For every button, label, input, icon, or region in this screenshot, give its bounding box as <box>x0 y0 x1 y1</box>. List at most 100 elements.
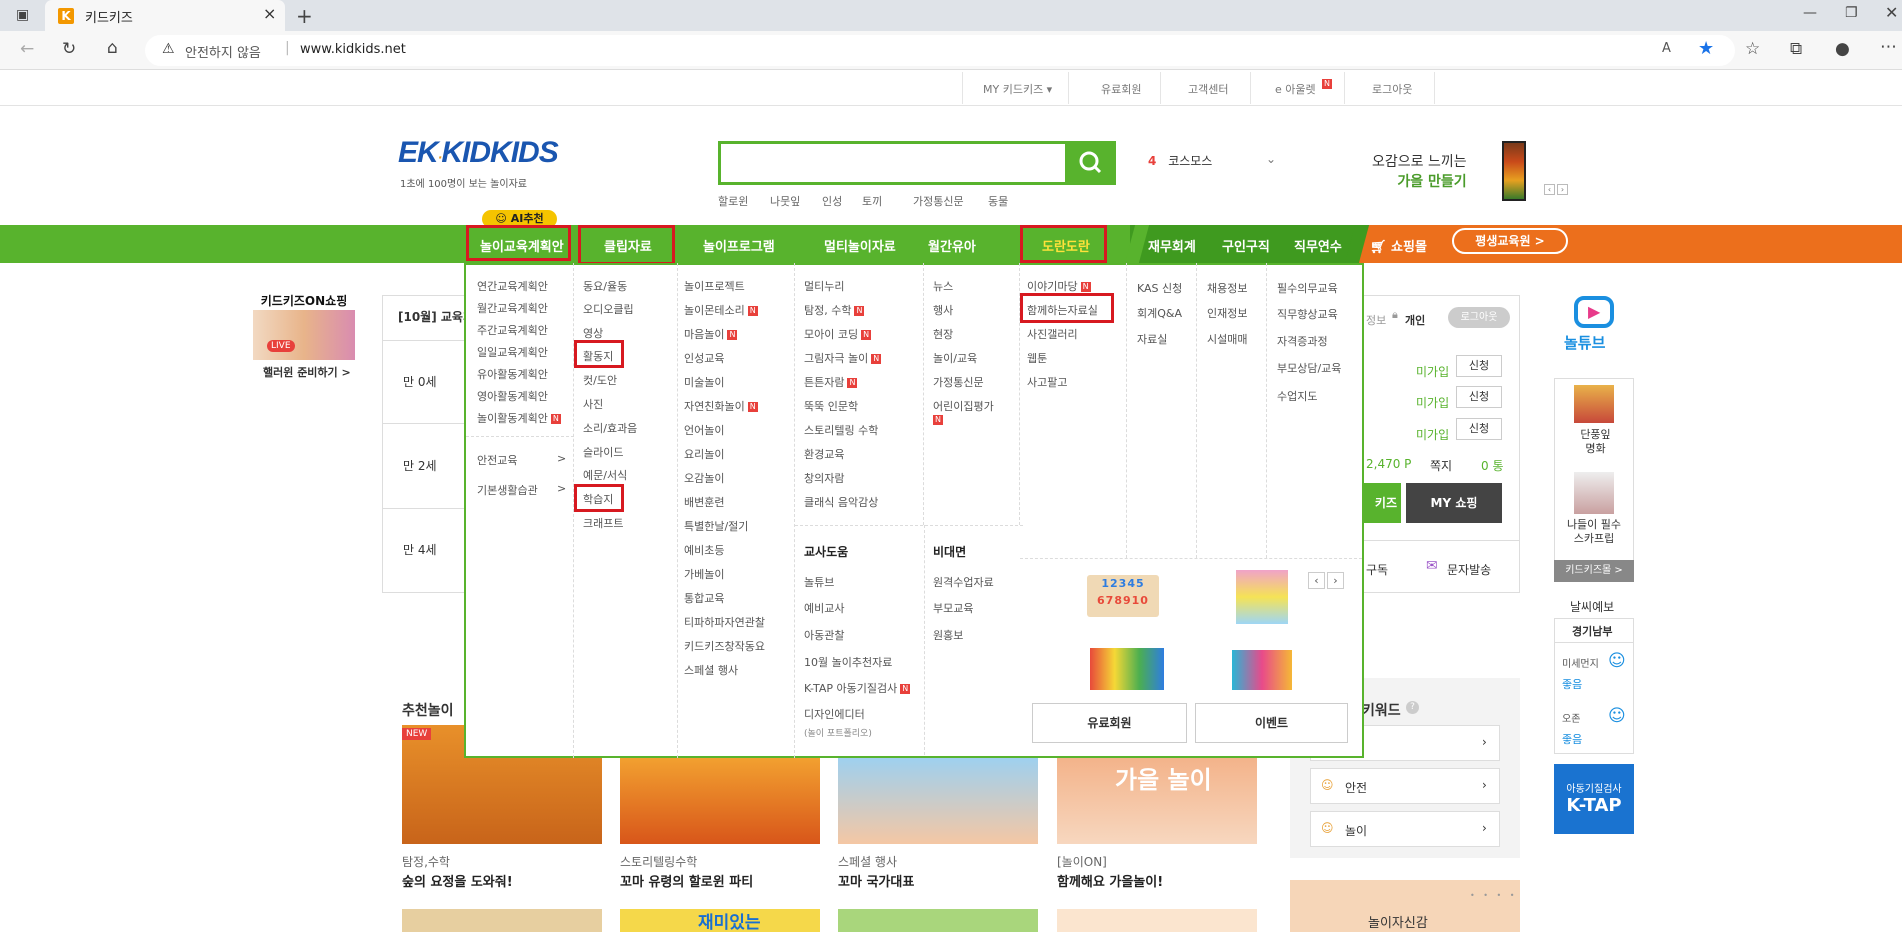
card-image[interactable]: 재미있는 <box>620 909 820 933</box>
menu-item[interactable]: 영아활동계획안 <box>477 388 548 404</box>
refresh-icon[interactable]: ↻ <box>62 41 76 58</box>
banner-label[interactable]: 단풍잎 명화 <box>1578 428 1613 456</box>
menu-item[interactable]: 스토리텔링 수학 <box>804 422 878 438</box>
note-count[interactable]: 0 통 <box>1481 457 1504 474</box>
left-shopping-ad[interactable]: 키드키즈ON쇼핑 LIVE 핼러윈 준비하기 > <box>253 292 355 382</box>
menu-item[interactable]: 튼튼자람 N <box>804 374 858 390</box>
realtime-rank[interactable]: 4 코스모스 ⌄ <box>1148 152 1276 169</box>
promo-image[interactable] <box>1502 141 1526 201</box>
logout-button[interactable]: 로그아웃 <box>1448 307 1510 328</box>
menu-item[interactable]: 채용정보 <box>1207 280 1247 296</box>
menu-item[interactable]: 사진갤러리 <box>1027 326 1078 342</box>
menu-item[interactable]: 아동관찰 <box>804 627 844 643</box>
prev-arrow-icon[interactable]: ‹ <box>1308 572 1325 589</box>
new-tab-icon[interactable]: + <box>296 6 313 26</box>
next-arrow-icon[interactable]: › <box>1557 184 1568 195</box>
home-icon[interactable]: ⌂ <box>107 40 118 57</box>
profile-icon[interactable]: ● <box>1835 41 1850 58</box>
menu-item[interactable]: 행사 <box>933 302 953 318</box>
geo-shapes-image[interactable] <box>1232 650 1292 690</box>
notube-logo[interactable]: ▶ 놀튜브 <box>1560 290 1630 360</box>
nav-shop[interactable]: 🛒︎ 쇼핑몰 <box>1370 236 1427 255</box>
menu-item-safety[interactable]: 안전교육 > <box>477 452 566 468</box>
menu-item[interactable]: 크래프트 <box>583 515 623 531</box>
nav-multi[interactable]: 멀티놀이자료 <box>824 236 896 255</box>
menu-item[interactable]: 직무향상교육 <box>1277 306 1338 322</box>
nav-program[interactable]: 놀이프로그램 <box>703 236 775 255</box>
nav-finance[interactable]: 재무회계 <box>1148 236 1196 255</box>
weather-region[interactable]: 경기남부 <box>1572 623 1612 639</box>
menu-item[interactable]: 클래식 음악감상 <box>804 494 878 510</box>
keyword-link[interactable]: 할로윈 <box>718 193 748 209</box>
help-icon[interactable]: ? <box>1406 701 1419 714</box>
menu-item[interactable]: 소리/효과음 <box>583 420 637 436</box>
menu-item[interactable]: K-TAP 아동기질검사 N <box>804 680 911 696</box>
menu-item[interactable]: 멀티누리 <box>804 278 844 294</box>
card-image[interactable] <box>1057 909 1257 932</box>
card-title[interactable]: 숲의 요정을 도와줘! <box>402 871 513 890</box>
menu-item[interactable]: 스페셜 행사 <box>684 662 738 678</box>
menu-item[interactable]: 미술놀이 <box>684 374 724 390</box>
menu-item[interactable]: 웹툰 <box>1027 350 1047 366</box>
menu-item[interactable]: 키드키즈창작동요 <box>684 638 765 654</box>
menu-item[interactable]: 언어놀이 <box>684 422 724 438</box>
chevron-down-icon[interactable]: ⌄ <box>1266 152 1276 166</box>
menu-item[interactable]: 뚝뚝 인문학 <box>804 398 858 414</box>
paid-member-button[interactable]: 유료회원 <box>1032 703 1187 743</box>
tab-actions-icon[interactable]: ▣ <box>16 8 29 22</box>
ktap-banner[interactable]: 아동기질검사 K-TAP <box>1554 764 1634 834</box>
next-arrow-icon[interactable]: › <box>1327 572 1344 589</box>
favorite-star-icon[interactable]: ★ <box>1698 38 1714 59</box>
keyword-link[interactable]: 동물 <box>988 193 1008 209</box>
nav-training[interactable]: 직무연수 <box>1294 236 1342 255</box>
thumb-image[interactable] <box>1574 385 1614 423</box>
event-button[interactable]: 이벤트 <box>1195 703 1348 743</box>
subscribe-link[interactable]: 구독 <box>1366 561 1388 578</box>
util-e-outlet[interactable]: e 아울렛 <box>1275 81 1316 97</box>
menu-item[interactable]: 현장 <box>933 326 953 342</box>
browser-tab[interactable]: K 키드키즈 × <box>45 0 285 31</box>
menu-item[interactable]: 모아이 코딩 N <box>804 326 872 342</box>
close-tab-icon[interactable]: × <box>263 4 276 23</box>
url-field[interactable]: ⚠ 안전하지 않음 | www.kidkids.net A ★ <box>145 35 1735 66</box>
menu-item[interactable]: 유아활동계획안 <box>477 366 548 382</box>
menu-item[interactable]: 티파하파자연관찰 <box>684 614 765 630</box>
menu-item[interactable]: 놀이프로젝트 <box>684 278 745 294</box>
menu-item[interactable]: 탐정, 수학 N <box>804 302 865 318</box>
menu-item[interactable]: 예비교사 <box>804 600 844 616</box>
card-title[interactable]: 꼬마 국가대표 <box>838 871 914 890</box>
more-icon[interactable]: ⋯ <box>1880 39 1897 56</box>
menu-item[interactable]: 인성교육 <box>684 350 724 366</box>
nav-jobs[interactable]: 구인구직 <box>1222 236 1270 255</box>
card-image[interactable]: 가을 놀이 <box>1057 758 1257 844</box>
menu-item[interactable]: 디자인에디터 <box>804 706 865 722</box>
menu-item[interactable]: KAS 신청 <box>1137 280 1182 296</box>
menu-item[interactable]: 사진 <box>583 396 603 412</box>
keyword-link[interactable]: 토끼 <box>862 193 882 209</box>
card-image[interactable] <box>620 758 820 844</box>
menu-item[interactable]: 인재정보 <box>1207 305 1247 321</box>
menu-item[interactable]: 뉴스 <box>933 278 953 294</box>
menu-item[interactable]: 자연친화놀이 N <box>684 398 758 414</box>
keyword-link[interactable]: 나뭇잎 <box>770 193 800 209</box>
menu-item[interactable]: 마음놀이 N <box>684 326 738 342</box>
menu-item[interactable]: 10월 놀이추천자료 <box>804 654 892 670</box>
menu-item[interactable]: 사고팔고 <box>1027 374 1067 390</box>
toy-arch-image[interactable] <box>1090 648 1164 690</box>
points[interactable]: 2,470 P <box>1366 457 1411 471</box>
card-title[interactable]: 꼬마 유령의 할로윈 파티 <box>620 871 753 890</box>
menu-item[interactable]: 원격수업자료 <box>933 574 994 590</box>
menu-item[interactable]: 오감놀이 <box>684 470 724 486</box>
menu-item[interactable]: 놀이/교육 <box>933 350 977 366</box>
menu-item[interactable]: 환경교육 <box>804 446 844 462</box>
age-0[interactable]: 만 0세 <box>403 373 437 390</box>
header-promo[interactable]: 오감으로 느끼는 가을 만들기 <box>1372 152 1467 192</box>
menu-item[interactable]: 창의자람 <box>804 470 844 486</box>
menu-item[interactable]: 오디오클립 <box>583 301 634 317</box>
menu-item[interactable]: 예비초등 <box>684 542 724 558</box>
age-2[interactable]: 만 2세 <box>403 457 437 474</box>
menu-item[interactable]: 원홍보 <box>933 627 963 643</box>
prev-arrow-icon[interactable]: ‹ <box>1544 184 1555 195</box>
menu-item[interactable]: 영상 <box>583 325 603 341</box>
keyword-item[interactable]: ☺ 놀이 › <box>1310 811 1500 847</box>
